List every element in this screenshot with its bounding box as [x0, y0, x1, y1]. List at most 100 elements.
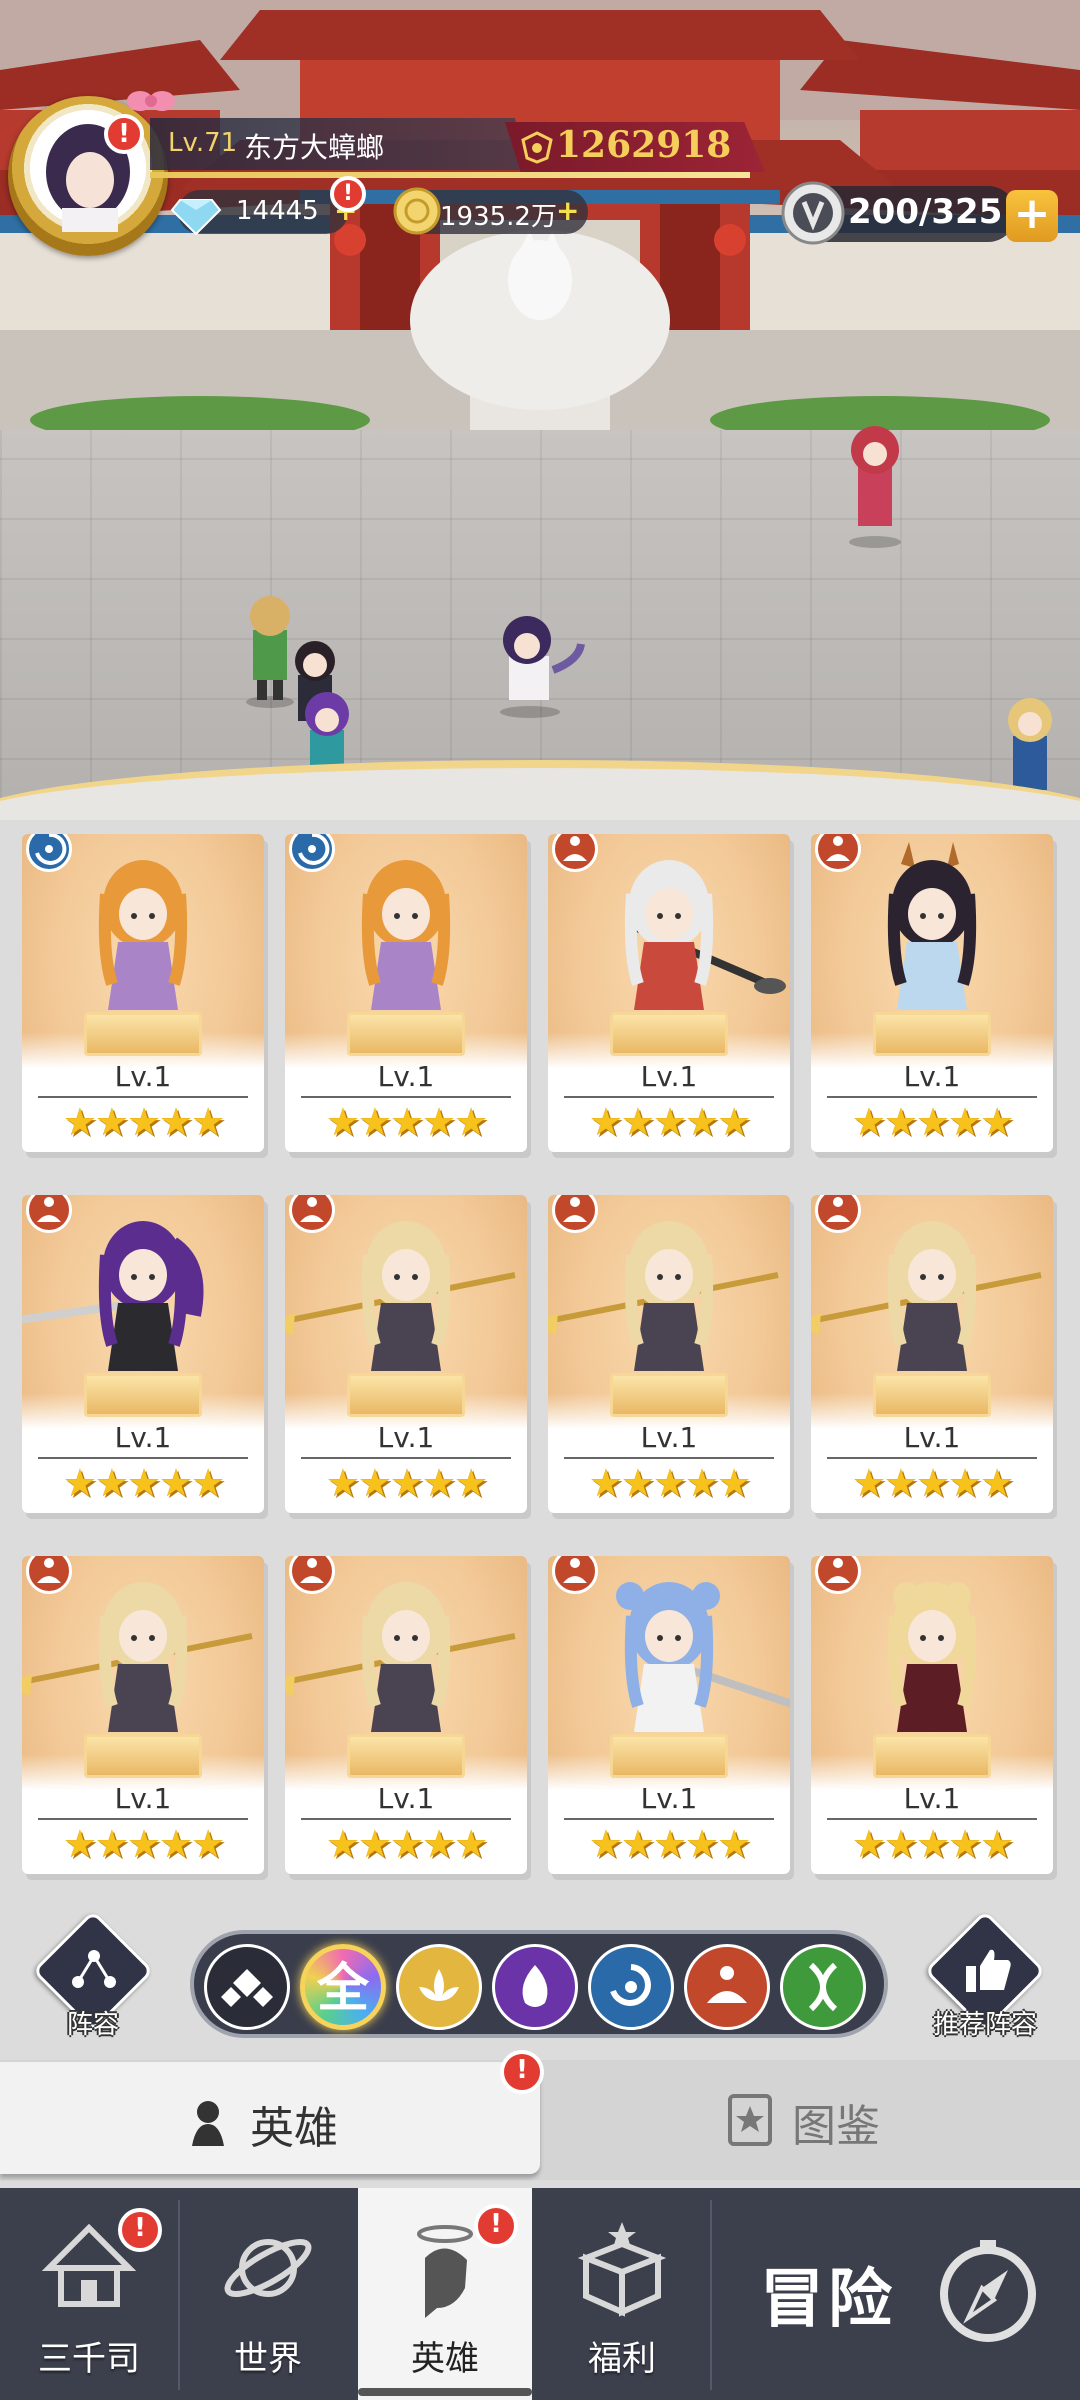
active-tab-indicator	[358, 2388, 532, 2396]
card-divider	[38, 1457, 248, 1459]
nav-welfare[interactable]: 福利	[534, 2188, 710, 2400]
card-divider	[38, 1096, 248, 1098]
tab-heroes[interactable]: 英雄	[0, 2062, 540, 2174]
card-divider	[827, 1818, 1037, 1820]
card-divider	[564, 1457, 774, 1459]
flame-icon	[505, 1957, 565, 2040]
adventure-label: 冒险	[760, 2263, 896, 2337]
hero-card[interactable]: Lv.1 ★★★★★	[548, 834, 790, 1152]
recommended-lineup-button[interactable]: 推荐阵容	[924, 1910, 1046, 2040]
hero-level: Lv.1	[114, 1421, 172, 1454]
hero-card[interactable]: Lv.1 ★★★★★	[285, 1195, 527, 1513]
hero-card[interactable]: Lv.1 ★★★★★	[22, 1195, 264, 1513]
heroes-tab-alert-badge: !	[500, 2050, 544, 2094]
hero-level: Lv.1	[114, 1782, 172, 1815]
meditation-faction-icon	[815, 1195, 861, 1233]
meditation-faction-icon	[26, 1195, 72, 1233]
meditation-faction-icon	[815, 834, 861, 872]
player-avatar[interactable]	[8, 96, 168, 256]
nav-world-label: 世界	[234, 2339, 302, 2379]
card-divider	[564, 1818, 774, 1820]
hero-silhouette-icon	[192, 2101, 224, 2146]
card-divider	[38, 1818, 248, 1820]
hero-card[interactable]: Lv.1 ★★★★★	[811, 1556, 1053, 1874]
hero-stars: ★★★★★	[62, 1822, 225, 1866]
hero-level: Lv.1	[377, 1060, 435, 1093]
hero-level: Lv.1	[903, 1782, 961, 1815]
swirl-filter-button[interactable]	[588, 1944, 674, 2030]
diamond-icon	[170, 199, 222, 236]
heroes-nav-alert-badge: !	[474, 2204, 518, 2248]
compass-icon	[940, 2240, 1036, 2342]
meditation-faction-icon	[552, 1195, 598, 1233]
hero-card[interactable]: Lv.1 ★★★★★	[548, 1195, 790, 1513]
card-divider	[301, 1457, 511, 1459]
power-crest-icon	[521, 131, 553, 164]
meditation-faction-icon	[289, 1195, 335, 1233]
dna-icon	[793, 1957, 853, 2040]
energy-icon	[781, 181, 845, 245]
hero-card[interactable]: Lv.1 ★★★★★	[811, 1195, 1053, 1513]
gift-box-icon	[577, 2222, 667, 2317]
hero-stars: ★★★★★	[851, 1822, 1014, 1866]
player-name: 东方大蟑螂	[244, 131, 385, 164]
scene-hero-red	[849, 426, 901, 548]
tab-codex[interactable]: 图鉴	[540, 2062, 1080, 2174]
card-divider	[564, 1096, 774, 1098]
recommend-label: 推荐阵容	[932, 2010, 1037, 2040]
hero-stars: ★★★★★	[62, 1461, 225, 1505]
hero-stars: ★★★★★	[588, 1822, 751, 1866]
avatar-alert-badge: !	[104, 114, 144, 154]
meditation-faction-icon	[815, 1556, 861, 1594]
add-gold-button[interactable]: +	[556, 194, 579, 227]
bow-ornament-icon	[127, 91, 175, 111]
meditation-filter-button[interactable]	[684, 1944, 770, 2030]
diamond-tiles-filter-button[interactable]	[204, 1944, 290, 2030]
lotus-filter-button[interactable]	[396, 1944, 482, 2030]
card-divider	[301, 1096, 511, 1098]
thumbs-up-icon	[966, 1949, 1011, 1992]
hero-level: Lv.1	[114, 1060, 172, 1093]
hero-card[interactable]: Lv.1 ★★★★★	[22, 1556, 264, 1874]
nav-world[interactable]: 世界	[180, 2188, 356, 2400]
combat-power: 1262918	[556, 124, 732, 166]
hero-card[interactable]: Lv.1 ★★★★★	[22, 834, 264, 1152]
hero-card[interactable]: Lv.1 ★★★★★	[548, 1556, 790, 1874]
hero-level: Lv.1	[377, 1782, 435, 1815]
hero-stars: ★★★★★	[62, 1100, 225, 1144]
sanqiansi-alert-badge: !	[118, 2208, 162, 2252]
hero-level: Lv.1	[640, 1782, 698, 1815]
meditation-faction-icon	[552, 1556, 598, 1594]
player-level: Lv.71	[168, 128, 238, 158]
swirl-icon	[601, 1957, 661, 2040]
card-divider	[827, 1457, 1037, 1459]
tab-heroes-label: 英雄	[250, 2103, 338, 2154]
nav-welfare-label: 福利	[588, 2339, 656, 2379]
hero-card[interactable]: Lv.1 ★★★★★	[285, 834, 527, 1152]
diamond-amount: 14445	[236, 196, 319, 226]
nav-sanqiansi-label: 三千司	[38, 2339, 140, 2379]
all-filter-filter-button[interactable]: 全	[300, 1944, 386, 2030]
lineup-button[interactable]: 阵容	[32, 1910, 154, 2040]
nav-heroes-label: 英雄	[411, 2339, 479, 2379]
hero-card[interactable]: Lv.1 ★★★★★	[285, 1556, 527, 1874]
dna-filter-button[interactable]	[780, 1944, 866, 2030]
water-faction-icon	[26, 834, 72, 872]
hero-level: Lv.1	[377, 1421, 435, 1454]
hero-level: Lv.1	[903, 1060, 961, 1093]
card-divider	[301, 1818, 511, 1820]
hero-stars: ★★★★★	[851, 1100, 1014, 1144]
add-energy-button[interactable]: +	[1006, 190, 1058, 242]
hero-stars: ★★★★★	[588, 1461, 751, 1505]
card-divider	[827, 1096, 1037, 1098]
hero-level: Lv.1	[903, 1421, 961, 1454]
meditation-faction-icon	[26, 1556, 72, 1594]
hero-stars: ★★★★★	[851, 1461, 1014, 1505]
all-filter-icon: 全	[316, 1959, 369, 2019]
meditation-icon	[697, 1957, 757, 2040]
lineup-label: 阵容	[66, 2010, 119, 2040]
hero-card[interactable]: Lv.1 ★★★★★	[811, 834, 1053, 1152]
hero-stars: ★★★★★	[325, 1461, 488, 1505]
hero-level: Lv.1	[640, 1421, 698, 1454]
flame-filter-button[interactable]	[492, 1944, 578, 2030]
